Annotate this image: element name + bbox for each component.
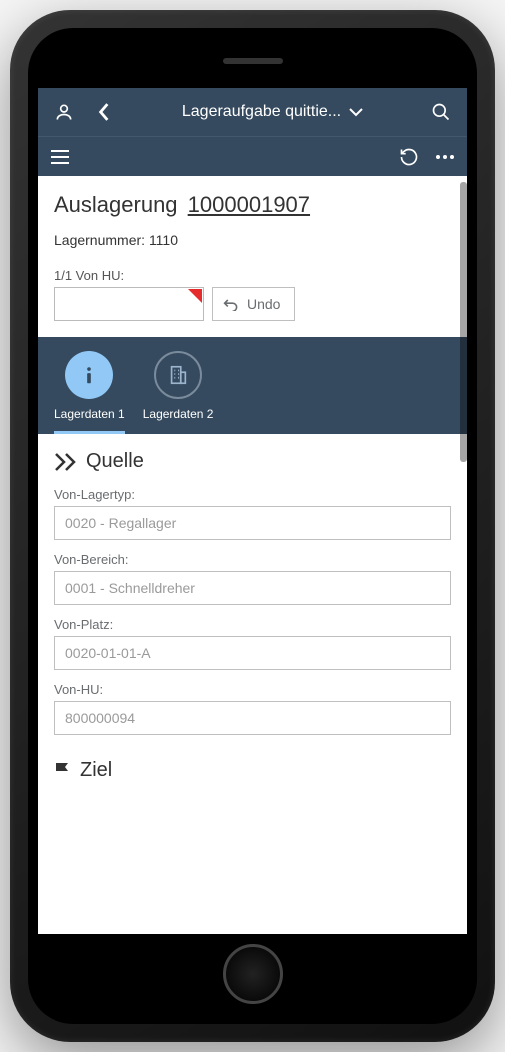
section-ziel-title: Ziel bbox=[80, 759, 112, 782]
von-bereich-input[interactable] bbox=[54, 571, 451, 605]
section-quelle-header: Quelle bbox=[54, 450, 451, 473]
search-button[interactable] bbox=[421, 88, 461, 136]
undo-icon bbox=[223, 297, 239, 311]
field-label: Von-Platz: bbox=[54, 617, 451, 632]
tab-label: Lagerdaten 1 bbox=[54, 407, 125, 421]
menu-button[interactable] bbox=[50, 149, 70, 165]
document-number[interactable]: 1000001907 bbox=[188, 192, 310, 217]
app-screen: Lageraufgabe quittie... bbox=[38, 88, 467, 934]
tab-strip: Lagerdaten 1 Lagerdaten 2 bbox=[38, 337, 467, 434]
back-button[interactable] bbox=[84, 88, 124, 136]
field-label: Von-Lagertyp: bbox=[54, 487, 451, 502]
info-icon bbox=[65, 351, 113, 399]
von-platz-input[interactable] bbox=[54, 636, 451, 670]
top-bar: Lageraufgabe quittie... bbox=[38, 88, 467, 136]
chevron-down-icon bbox=[349, 107, 363, 117]
tab-lagerdaten-1[interactable]: Lagerdaten 1 bbox=[54, 351, 125, 434]
field-label: Von-HU: bbox=[54, 682, 451, 697]
section-ziel: Ziel bbox=[54, 753, 451, 802]
user-button[interactable] bbox=[44, 88, 84, 136]
section-quelle: Quelle Von-Lagertyp: Von-Bereich: Von-Pl… bbox=[54, 434, 451, 753]
scrollbar[interactable] bbox=[460, 182, 467, 462]
tab-lagerdaten-2[interactable]: Lagerdaten 2 bbox=[143, 351, 214, 434]
refresh-button[interactable] bbox=[399, 147, 419, 167]
tab-label: Lagerdaten 2 bbox=[143, 407, 214, 421]
warehouse-label: Lagernummer: bbox=[54, 232, 145, 248]
hu-input[interactable] bbox=[54, 287, 204, 321]
document-type: Auslagerung bbox=[54, 192, 178, 217]
warehouse-value: 1110 bbox=[149, 232, 178, 248]
overflow-button[interactable] bbox=[435, 154, 455, 160]
home-button[interactable] bbox=[223, 944, 283, 1004]
field-von-hu: Von-HU: bbox=[54, 682, 451, 735]
flag-icon bbox=[54, 761, 72, 781]
warehouse-line: Lagernummer: 1110 bbox=[54, 232, 451, 248]
section-ziel-header: Ziel bbox=[54, 759, 451, 782]
field-label: Von-Bereich: bbox=[54, 552, 451, 567]
page-title: Lageraufgabe quittie... bbox=[182, 103, 341, 121]
hu-counter-label: 1/1 Von HU: bbox=[54, 268, 451, 283]
phone-frame: Lageraufgabe quittie... bbox=[10, 10, 495, 1042]
hu-row: 1/1 Von HU: Undo bbox=[54, 268, 451, 321]
document-title: Auslagerung 1000001907 bbox=[54, 192, 451, 218]
sub-bar bbox=[38, 136, 467, 176]
von-lagertyp-input[interactable] bbox=[54, 506, 451, 540]
building-icon bbox=[154, 351, 202, 399]
undo-button[interactable]: Undo bbox=[212, 287, 295, 321]
phone-speaker bbox=[223, 58, 283, 64]
page-title-area[interactable]: Lageraufgabe quittie... bbox=[124, 103, 421, 121]
phone-inner: Lageraufgabe quittie... bbox=[28, 28, 477, 1024]
field-von-platz: Von-Platz: bbox=[54, 617, 451, 670]
field-von-lagertyp: Von-Lagertyp: bbox=[54, 487, 451, 540]
undo-label: Undo bbox=[247, 296, 280, 312]
section-quelle-title: Quelle bbox=[86, 450, 144, 473]
field-von-bereich: Von-Bereich: bbox=[54, 552, 451, 605]
double-chevron-icon bbox=[54, 452, 78, 472]
content-area: Auslagerung 1000001907 Lagernummer: 1110… bbox=[38, 176, 467, 934]
von-hu-input[interactable] bbox=[54, 701, 451, 735]
